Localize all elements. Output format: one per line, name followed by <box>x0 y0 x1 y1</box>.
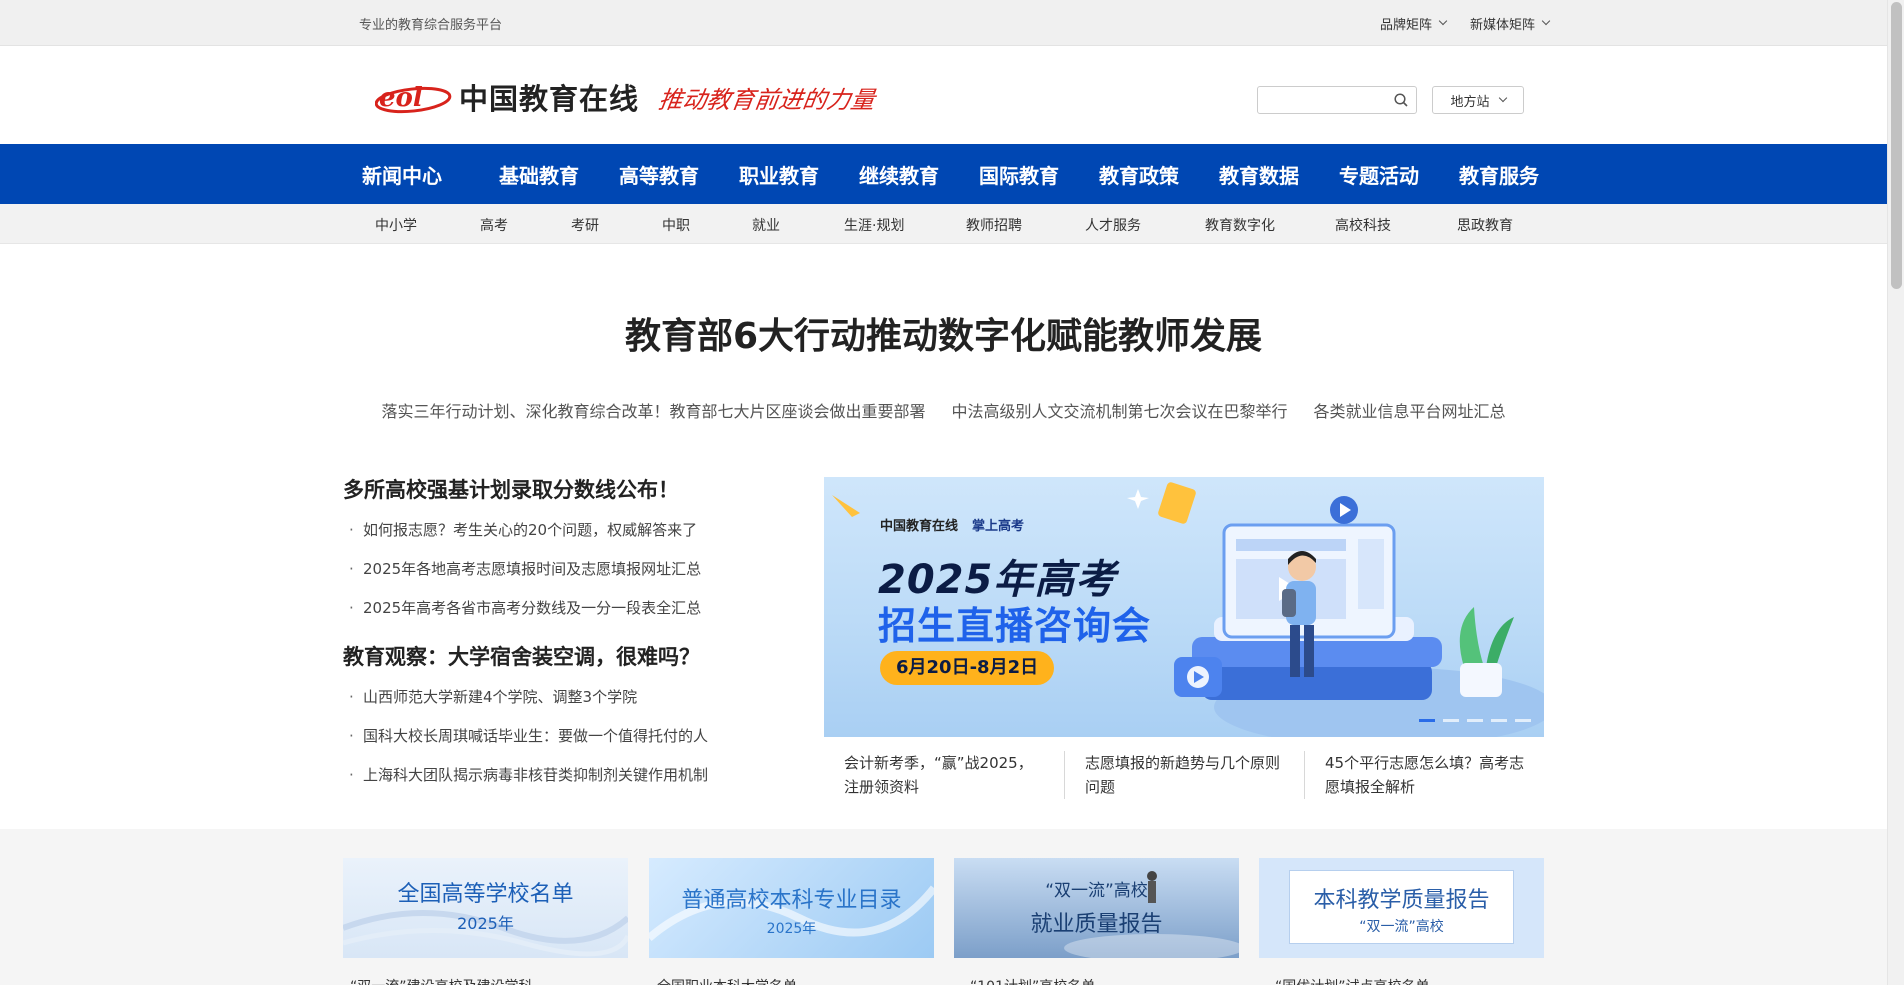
search-icon[interactable] <box>1394 93 1408 107</box>
new-media-matrix-dropdown[interactable]: 新媒体矩阵 <box>1469 14 1551 33</box>
sub-nav-item[interactable]: 中职 <box>662 215 690 235</box>
card-subtitle: 就业质量报告 <box>1030 912 1163 937</box>
card-link[interactable]: “国优计划”试点高校名单 <box>1275 976 1430 985</box>
news-item[interactable]: 如何报志愿？考生关心的20个问题，权威解答来了 <box>343 520 763 559</box>
sub-headlines: 落实三年行动计划、深化教育综合改革！教育部七大片区座谈会做出重要部署 中法高级别… <box>0 398 1887 422</box>
region-dropdown[interactable]: 地方站 <box>1432 86 1524 114</box>
site-logo[interactable]: eol 中国教育在线 推动教育前进的力量 <box>374 76 877 118</box>
sub-nav-item[interactable]: 人才服务 <box>1085 215 1141 235</box>
search-input[interactable] <box>1258 87 1383 113</box>
card-link[interactable]: “101计划”高校名单 <box>970 976 1095 985</box>
chevron-down-icon <box>1541 16 1551 26</box>
search-box <box>1257 86 1417 114</box>
news-item[interactable]: 2025年各地高考志愿填报时间及志愿填报网址汇总 <box>343 559 763 598</box>
banner-logos: 中国教育在线 掌上高考 <box>880 515 1024 534</box>
carousel-dots <box>1419 719 1531 722</box>
banner-main-title: 招生直播咨询会 <box>878 604 1152 648</box>
main-nav-item[interactable]: 基础教育 <box>479 160 599 189</box>
news-list: 山西师范大学新建4个学院、调整3个学院 国科大校长周琪喊话毕业生：要做一个值得托… <box>343 687 763 804</box>
main-nav-item[interactable]: 教育政策 <box>1079 160 1199 189</box>
carousel-dot[interactable] <box>1443 719 1459 722</box>
card-link[interactable]: 全国职业本科大学名单 <box>657 976 797 985</box>
main-nav-item[interactable]: 专题活动 <box>1319 160 1439 189</box>
carousel-banner[interactable]: 中国教育在线 掌上高考 2025年高考 招生直播咨询会 6月20日-8月2日 <box>824 477 1544 737</box>
news-list: 如何报志愿？考生关心的20个问题，权威解答来了 2025年各地高考志愿填报时间及… <box>343 520 763 637</box>
sub-nav: 中小学 高考 考研 中职 就业 生涯·规划 教师招聘 人才服务 教育数字化 高校科技 思政教育 <box>0 204 1904 244</box>
sub-nav-item[interactable]: 思政教育 <box>1457 215 1513 235</box>
sub-nav-item[interactable]: 生涯·规划 <box>844 215 904 235</box>
top-bar: 专业的教育综合服务平台 品牌矩阵 新媒体矩阵 <box>0 0 1904 46</box>
eol-logo-icon: eol <box>374 76 455 118</box>
news-item[interactable]: 山西师范大学新建4个学院、调整3个学院 <box>343 687 763 726</box>
chevron-down-icon <box>1498 93 1507 103</box>
card-title: “双一流”高校 <box>1045 881 1148 901</box>
site-tagline: 专业的教育综合服务平台 <box>359 17 503 33</box>
main-nav: 新闻中心 基础教育 高等教育 职业教育 继续教育 国际教育 教育政策 教育数据 专题活动 教育服务 <box>0 144 1904 204</box>
main-nav-item[interactable]: 高等教育 <box>599 160 719 189</box>
news-group-title[interactable]: 多所高校强基计划录取分数线公布！ <box>343 474 763 504</box>
news-item[interactable]: 2025年高考各省市高考分数线及一分一段表全汇总 <box>343 598 763 637</box>
banner-brand-gaokao: 掌上高考 <box>972 519 1025 534</box>
banner-caption-link[interactable]: 会计新考季，“赢”战2025，注册领资料 <box>824 751 1064 799</box>
sub-nav-item[interactable]: 教师招聘 <box>966 215 1022 235</box>
logo-slogan: 推动教育前进的力量 <box>656 85 877 114</box>
feature-card[interactable]: 本科教学质量报告 “双一流”高校 <box>1259 858 1544 958</box>
sub-headline-link[interactable]: 中法高级别人文交流机制第七次会议在巴黎举行 <box>951 398 1287 422</box>
card-subtitle: 2025年 <box>766 921 817 937</box>
sub-nav-item[interactable]: 教育数字化 <box>1205 215 1275 235</box>
svg-text:eol: eol <box>379 83 423 113</box>
news-item[interactable]: 国科大校长周琪喊话毕业生：要做一个值得托付的人 <box>343 726 763 765</box>
carousel-dot[interactable] <box>1515 719 1531 722</box>
top-headline[interactable]: 教育部6大行动推动数字化赋能教师发展 <box>0 307 1887 359</box>
scrollbar-thumb[interactable] <box>1891 2 1902 289</box>
sub-nav-item[interactable]: 高考 <box>480 215 508 235</box>
banner-caption-link[interactable]: 45个平行志愿怎么填？高考志愿填报全解析 <box>1304 751 1544 799</box>
sub-nav-item[interactable]: 就业 <box>752 215 780 235</box>
feature-cards-section: 全国高等学校名单 2025年 普通高校本科专业目录 2025年 “双一流”高校 … <box>0 829 1887 985</box>
region-label: 地方站 <box>1450 94 1490 110</box>
carousel-dot[interactable] <box>1491 719 1507 722</box>
brand-matrix-dropdown[interactable]: 品牌矩阵 <box>1379 14 1448 33</box>
sub-nav-item[interactable]: 考研 <box>571 215 599 235</box>
news-column: 多所高校强基计划录取分数线公布！ 如何报志愿？考生关心的20个问题，权威解答来了… <box>343 474 763 822</box>
banner-captions: 会计新考季，“赢”战2025，注册领资料 志愿填报的新趋势与几个原则问题 45个… <box>824 751 1544 799</box>
card-title: 本科教学质量报告 <box>1313 888 1490 913</box>
sub-nav-item[interactable]: 中小学 <box>375 215 417 235</box>
card-link[interactable]: “双一流”建设高校及建设学科 <box>350 976 533 985</box>
card-subtitle: 2025年 <box>457 914 514 933</box>
page-scrollbar[interactable] <box>1887 0 1904 985</box>
card-title: 普通高校本科专业目录 <box>681 888 902 913</box>
news-group-title[interactable]: 教育观察：大学宿舍装空调，很难吗？ <box>343 641 763 671</box>
main-nav-item[interactable]: 教育服务 <box>1439 160 1559 189</box>
new-media-matrix-label: 新媒体矩阵 <box>1469 17 1535 33</box>
carousel-dot[interactable] <box>1467 719 1483 722</box>
banner-caption-link[interactable]: 志愿填报的新趋势与几个原则问题 <box>1064 751 1304 799</box>
card-subtitle: “双一流”高校 <box>1359 919 1444 935</box>
banner-date-badge: 6月20日-8月2日 <box>880 651 1055 685</box>
news-item[interactable]: 上海科大团队揭示病毒非核苷类抑制剂关键作用机制 <box>343 765 763 804</box>
sub-headline-link[interactable]: 落实三年行动计划、深化教育综合改革！教育部七大片区座谈会做出重要部署 <box>381 398 925 422</box>
logo-text: 中国教育在线 <box>459 82 640 116</box>
feature-card[interactable]: 全国高等学校名单 2025年 <box>343 858 628 958</box>
sub-nav-item[interactable]: 高校科技 <box>1335 215 1391 235</box>
main-nav-item[interactable]: 国际教育 <box>959 160 1079 189</box>
main-nav-item[interactable]: 新闻中心 <box>359 160 479 189</box>
sub-headline-link[interactable]: 各类就业信息平台网址汇总 <box>1314 398 1506 422</box>
main-nav-item[interactable]: 教育数据 <box>1199 160 1319 189</box>
chevron-down-icon <box>1438 16 1448 26</box>
brand-matrix-label: 品牌矩阵 <box>1379 17 1432 33</box>
feature-card[interactable]: 普通高校本科专业目录 2025年 <box>649 858 934 958</box>
main-nav-item[interactable]: 职业教育 <box>719 160 839 189</box>
site-header: eol 中国教育在线 推动教育前进的力量 地方站 <box>0 46 1904 144</box>
main-nav-item[interactable]: 继续教育 <box>839 160 959 189</box>
feature-card[interactable]: “双一流”高校 就业质量报告 <box>954 858 1239 958</box>
card-title: 全国高等学校名单 <box>397 882 574 907</box>
banner-brand-eol: 中国教育在线 <box>880 519 959 534</box>
carousel-dot[interactable] <box>1419 719 1435 722</box>
